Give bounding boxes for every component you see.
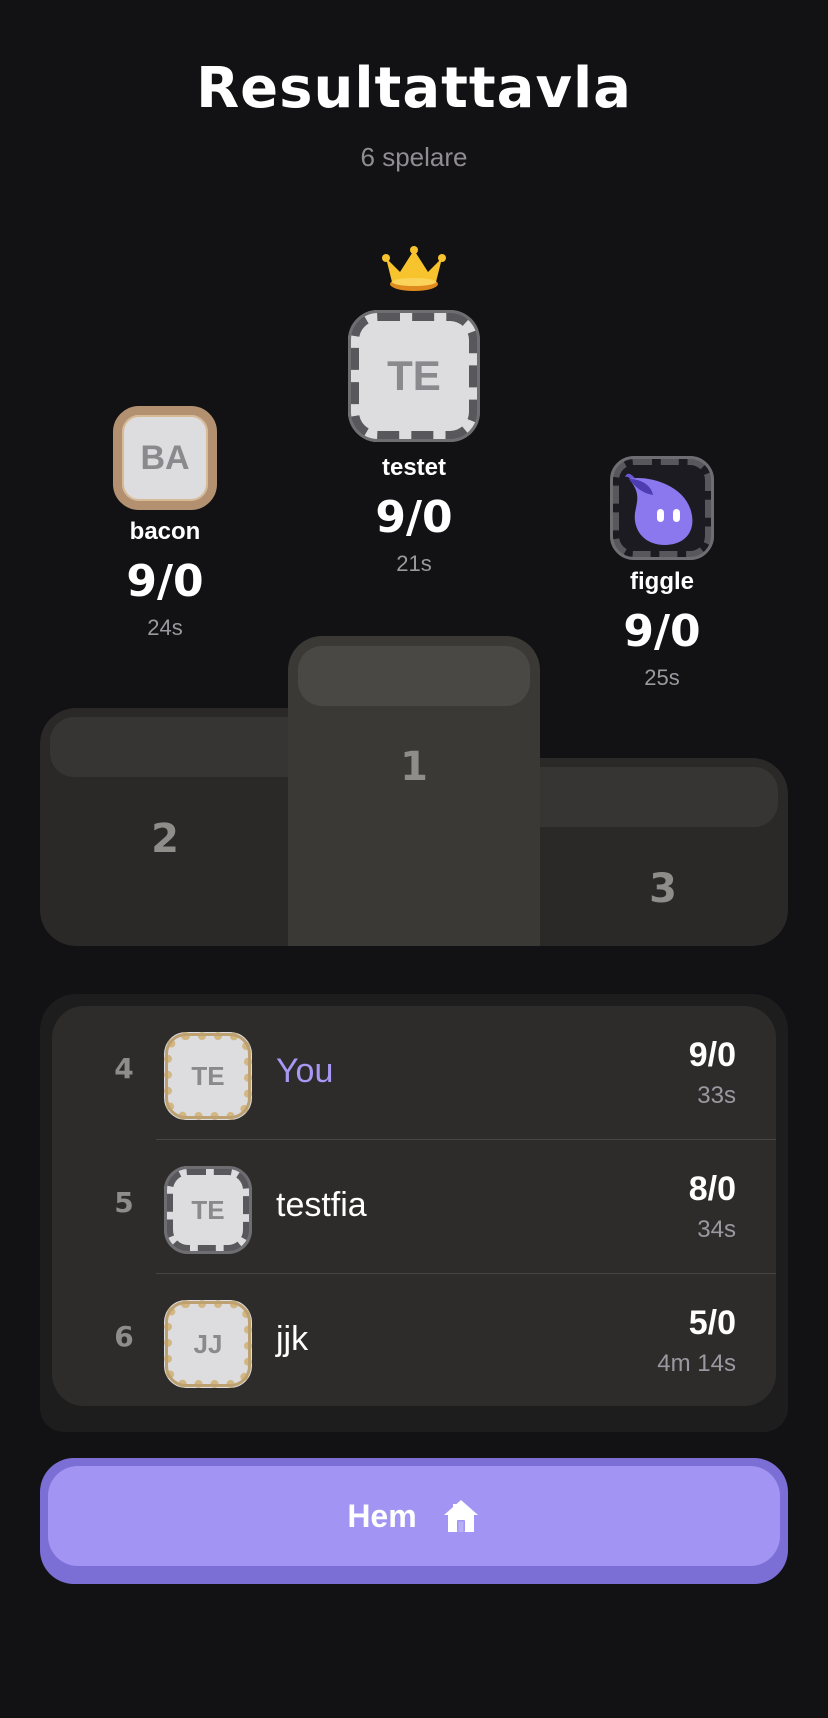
page-title: Resultattavla — [196, 56, 632, 121]
player-time: 33s — [697, 1082, 736, 1109]
podium-second-player: BA bacon 9/0 24s — [65, 406, 265, 641]
player-name: You — [276, 1052, 334, 1090]
player-score: 9/0 — [375, 492, 453, 543]
player-name: jjk — [276, 1320, 309, 1358]
player-score: 9/0 — [623, 606, 701, 657]
player-count: 6 spelare — [360, 142, 468, 172]
list-item[interactable]: 4 TE You 9/0 33s — [52, 1006, 776, 1140]
avatar: TE — [164, 1166, 252, 1254]
player-name: figgle — [630, 568, 694, 595]
player-name: bacon — [129, 518, 201, 545]
player-time: 34s — [697, 1216, 736, 1243]
podium-third-player: figgle 9/0 25s — [562, 456, 762, 691]
podium-rank-1: 1 — [400, 744, 428, 790]
home-icon — [443, 1500, 478, 1532]
podium-rank-3: 3 — [649, 866, 677, 912]
home-button-label: Hem — [347, 1497, 417, 1534]
rank-number: 6 — [114, 1320, 134, 1353]
player-time: 21s — [396, 551, 432, 576]
avatar: BA — [113, 406, 217, 510]
podium-rank-2: 2 — [151, 816, 179, 862]
flame-creature-icon — [625, 473, 693, 545]
podium-first-player: TE testet 9/0 21s — [314, 310, 514, 577]
list-item[interactable]: 5 TE testfia 8/0 34s — [52, 1140, 776, 1274]
player-score: 9/0 — [688, 1036, 736, 1074]
player-name: testet — [381, 454, 447, 481]
player-time: 25s — [644, 665, 680, 690]
crown-icon — [382, 246, 446, 291]
podium-first-cap — [298, 646, 530, 706]
avatar: TE — [348, 310, 480, 442]
avatar: TE — [164, 1032, 252, 1120]
avatar — [610, 456, 714, 560]
player-name: testfia — [276, 1186, 367, 1224]
rank-number: 5 — [114, 1186, 134, 1219]
podium-third-cap — [528, 767, 778, 827]
avatar: JJ — [164, 1300, 252, 1388]
podium-second-cap — [50, 717, 300, 777]
player-time: 24s — [147, 615, 183, 640]
rank-number: 4 — [114, 1052, 134, 1085]
player-score: 8/0 — [688, 1170, 736, 1208]
player-score: 5/0 — [688, 1304, 736, 1342]
home-button[interactable]: Hem — [48, 1466, 780, 1566]
player-score: 9/0 — [126, 556, 204, 607]
player-time: 4m 14s — [657, 1350, 736, 1377]
list-item[interactable]: 6 JJ jjk 5/0 4m 14s — [52, 1274, 776, 1408]
